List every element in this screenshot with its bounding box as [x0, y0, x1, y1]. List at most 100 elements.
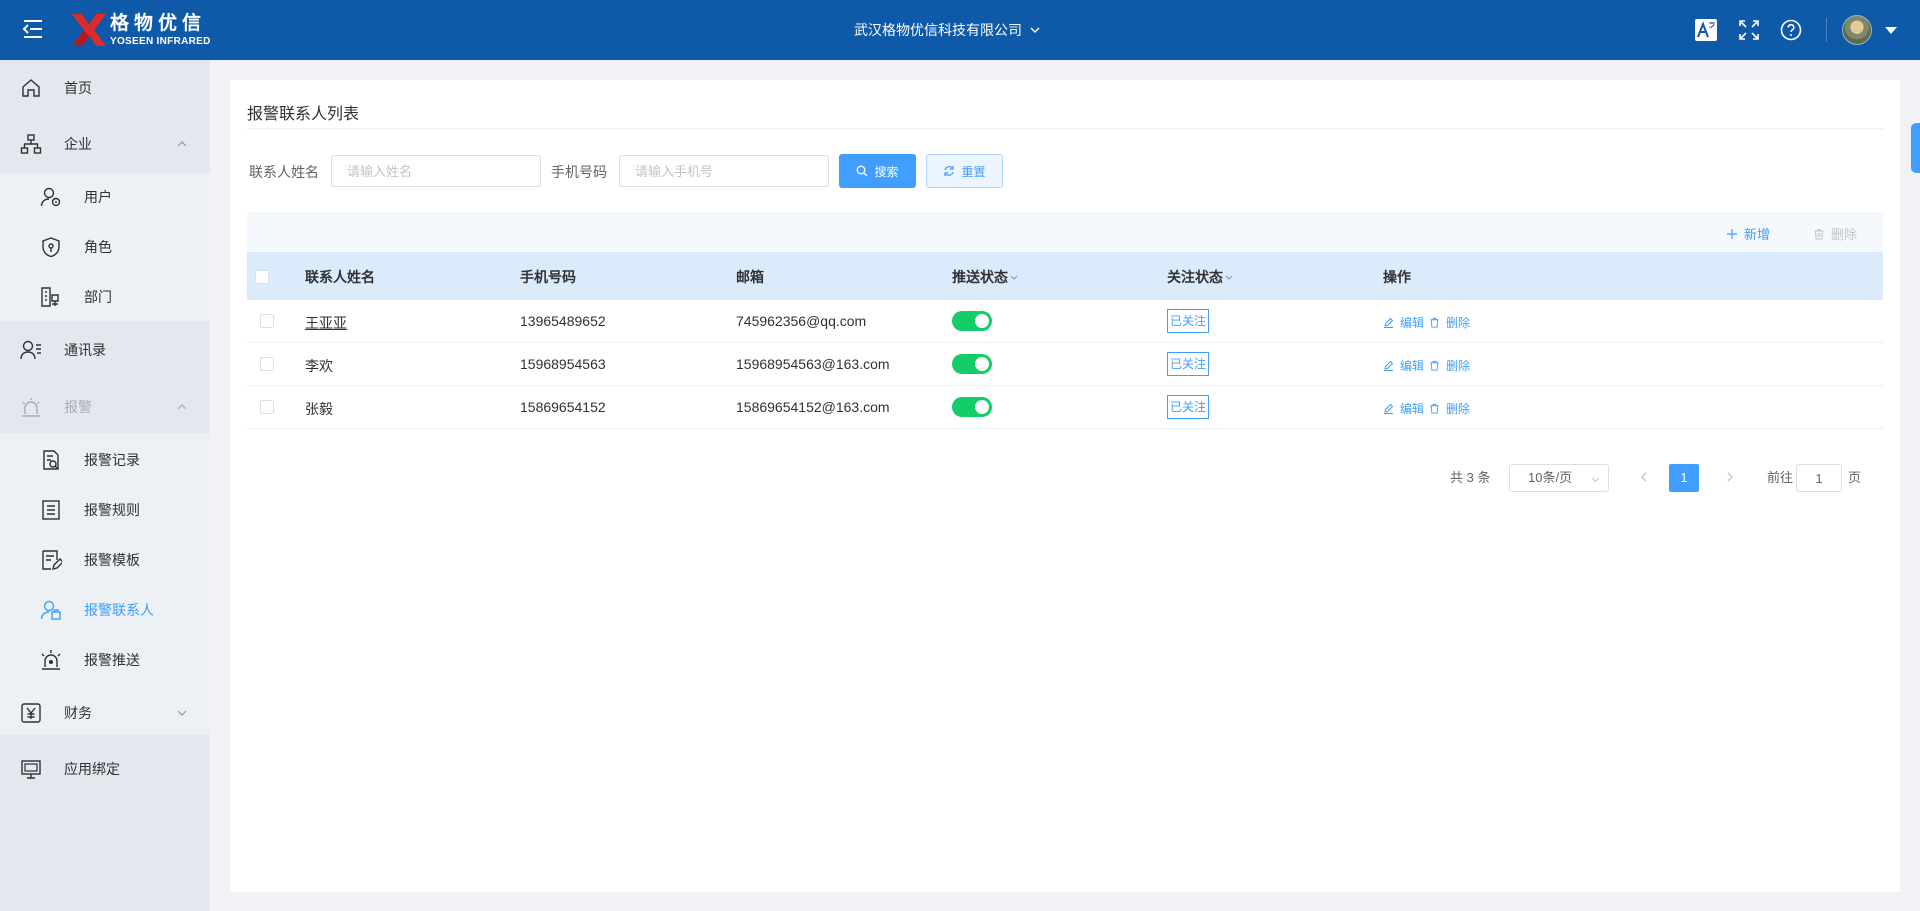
delete-button[interactable]: 删除 [1429, 400, 1470, 417]
delete-button[interactable]: 删除 [1429, 357, 1470, 374]
sidebar-item-alarm-templates[interactable]: 报警模板 [0, 535, 210, 585]
next-page-icon[interactable] [1723, 470, 1737, 484]
col-email: 邮箱 [736, 269, 764, 285]
follow-status-tag[interactable]: 已关注 [1167, 309, 1210, 333]
sidebar-item-label: 财务 [64, 705, 92, 721]
side-drawer-handle[interactable] [1911, 123, 1920, 173]
org-chart-icon [20, 134, 42, 154]
title-divider [247, 128, 1883, 129]
user-menu-caret-icon[interactable] [1885, 27, 1897, 34]
push-status-switch[interactable] [952, 397, 992, 417]
fullscreen-icon[interactable] [1737, 18, 1761, 42]
help-icon[interactable] [1779, 18, 1803, 42]
plus-icon [1727, 228, 1737, 239]
goto-unit: 页 [1848, 470, 1862, 485]
table-row: 王亚亚 13965489652 745962356@qq.com 已关注 编辑 … [247, 300, 1883, 343]
chevron-down-icon [1030, 27, 1040, 33]
name-label: 联系人姓名 [249, 164, 319, 180]
page-number-1[interactable]: 1 [1669, 464, 1699, 492]
edit-icon [1384, 403, 1394, 414]
sidebar-item-alarm[interactable]: 报警 [0, 382, 210, 432]
translate-icon[interactable] [1694, 18, 1718, 42]
contacts-icon [20, 340, 41, 360]
sidebar-item-app-binding[interactable]: 应用绑定 [0, 744, 210, 794]
sidebar-item-alarm-rules[interactable]: 报警规则 [0, 485, 210, 535]
push-status-switch[interactable] [952, 311, 992, 331]
table-toolbar: 新增 删除 [247, 212, 1883, 252]
search-button[interactable]: 搜索 [839, 154, 916, 188]
push-status-switch[interactable] [952, 354, 992, 374]
contact-name-input[interactable] [331, 155, 541, 187]
brand-logo[interactable]: 格物优信 YOSEEN INFRARED [70, 12, 211, 48]
trash-icon [1814, 228, 1824, 239]
sidebar-item-label: 部门 [84, 289, 112, 305]
trash-icon [1430, 317, 1439, 328]
email-cell: 15968954563@163.com [736, 356, 890, 372]
edit-button[interactable]: 编辑 [1383, 357, 1424, 374]
sidebar-item-alarm-contacts[interactable]: 报警联系人 [0, 585, 210, 635]
sidebar-item-alarm-records[interactable]: 报警记录 [0, 435, 210, 485]
logo-cn-text: 格物优信 [110, 12, 207, 34]
row-checkbox[interactable] [260, 357, 274, 371]
email-cell: 15869654152@163.com [736, 399, 890, 415]
trash-icon [1430, 360, 1439, 371]
sidebar-item-users[interactable]: 用户 [0, 172, 210, 222]
sidebar-item-label: 用户 [84, 189, 112, 205]
col-push-status[interactable]: 推送状态 [952, 267, 1018, 287]
row-checkbox[interactable] [260, 400, 274, 414]
chevron-down-icon [177, 710, 187, 716]
bulk-delete-button[interactable]: 删除 [1813, 224, 1857, 243]
goto-label: 前往 [1767, 470, 1794, 485]
sidebar-item-label: 企业 [64, 136, 92, 152]
alarm-record-icon [43, 450, 59, 470]
sidebar-item-contacts[interactable]: 通讯录 [0, 325, 210, 375]
email-cell: 745962356@qq.com [736, 313, 867, 329]
sidebar-item-label: 报警推送 [84, 652, 140, 668]
sidebar-item-label: 角色 [84, 239, 112, 255]
contact-name[interactable]: 张毅 [305, 399, 333, 419]
page-size-select[interactable]: 10条/页 [1509, 464, 1609, 492]
phone-label: 手机号码 [551, 164, 607, 180]
sidebar-item-roles[interactable]: 角色 [0, 222, 210, 272]
edit-button[interactable]: 编辑 [1383, 314, 1424, 331]
col-follow-status[interactable]: 关注状态 [1167, 267, 1233, 287]
refresh-icon [944, 166, 955, 176]
menu-collapse-icon[interactable] [20, 16, 46, 42]
top-header: 格物优信 YOSEEN INFRARED 武汉格物优信科技有限公司 [0, 0, 1920, 60]
phone-cell: 13965489652 [520, 313, 606, 329]
sort-icon [1010, 275, 1018, 280]
contact-name[interactable]: 李欢 [305, 356, 333, 376]
sidebar-item-label: 通讯录 [64, 342, 106, 358]
reset-button-label: 重置 [961, 164, 986, 179]
follow-status-tag[interactable]: 已关注 [1167, 352, 1210, 376]
phone-cell: 15968954563 [520, 356, 606, 372]
reset-button[interactable]: 重置 [926, 154, 1003, 188]
alarm-icon [22, 398, 40, 417]
sidebar-item-finance[interactable]: 财务 [0, 688, 210, 738]
contact-name[interactable]: 王亚亚 [305, 313, 347, 333]
phone-input[interactable] [619, 155, 829, 187]
col-name: 联系人姓名 [305, 269, 375, 285]
company-name: 武汉格物优信科技有限公司 [854, 22, 1022, 38]
delete-button[interactable]: 删除 [1429, 314, 1470, 331]
select-all-checkbox[interactable] [255, 270, 269, 284]
chevron-up-icon [177, 141, 187, 147]
prev-page-icon[interactable] [1637, 470, 1651, 484]
sidebar-item-home[interactable]: 首页 [0, 63, 210, 113]
sidebar-item-departments[interactable]: 部门 [0, 272, 210, 322]
table-row: 张毅 15869654152 15869654152@163.com 已关注 编… [247, 386, 1883, 429]
user-avatar[interactable] [1842, 15, 1872, 45]
edit-icon [1384, 360, 1394, 371]
sidebar-item-enterprise[interactable]: 企业 [0, 119, 210, 169]
edit-icon [1384, 317, 1394, 328]
sidebar-item-alarm-push[interactable]: 报警推送 [0, 635, 210, 685]
sidebar-item-label: 报警联系人 [84, 602, 154, 618]
company-selector[interactable]: 武汉格物优信科技有限公司 [854, 20, 1040, 40]
row-checkbox[interactable] [260, 314, 274, 328]
page-size-value: 10条/页 [1528, 470, 1573, 485]
goto-page-input[interactable] [1796, 464, 1842, 492]
sidebar-item-label: 报警模板 [84, 552, 140, 568]
add-button[interactable]: 新增 [1726, 224, 1770, 243]
follow-status-tag[interactable]: 已关注 [1167, 395, 1210, 419]
edit-button[interactable]: 编辑 [1383, 400, 1424, 417]
